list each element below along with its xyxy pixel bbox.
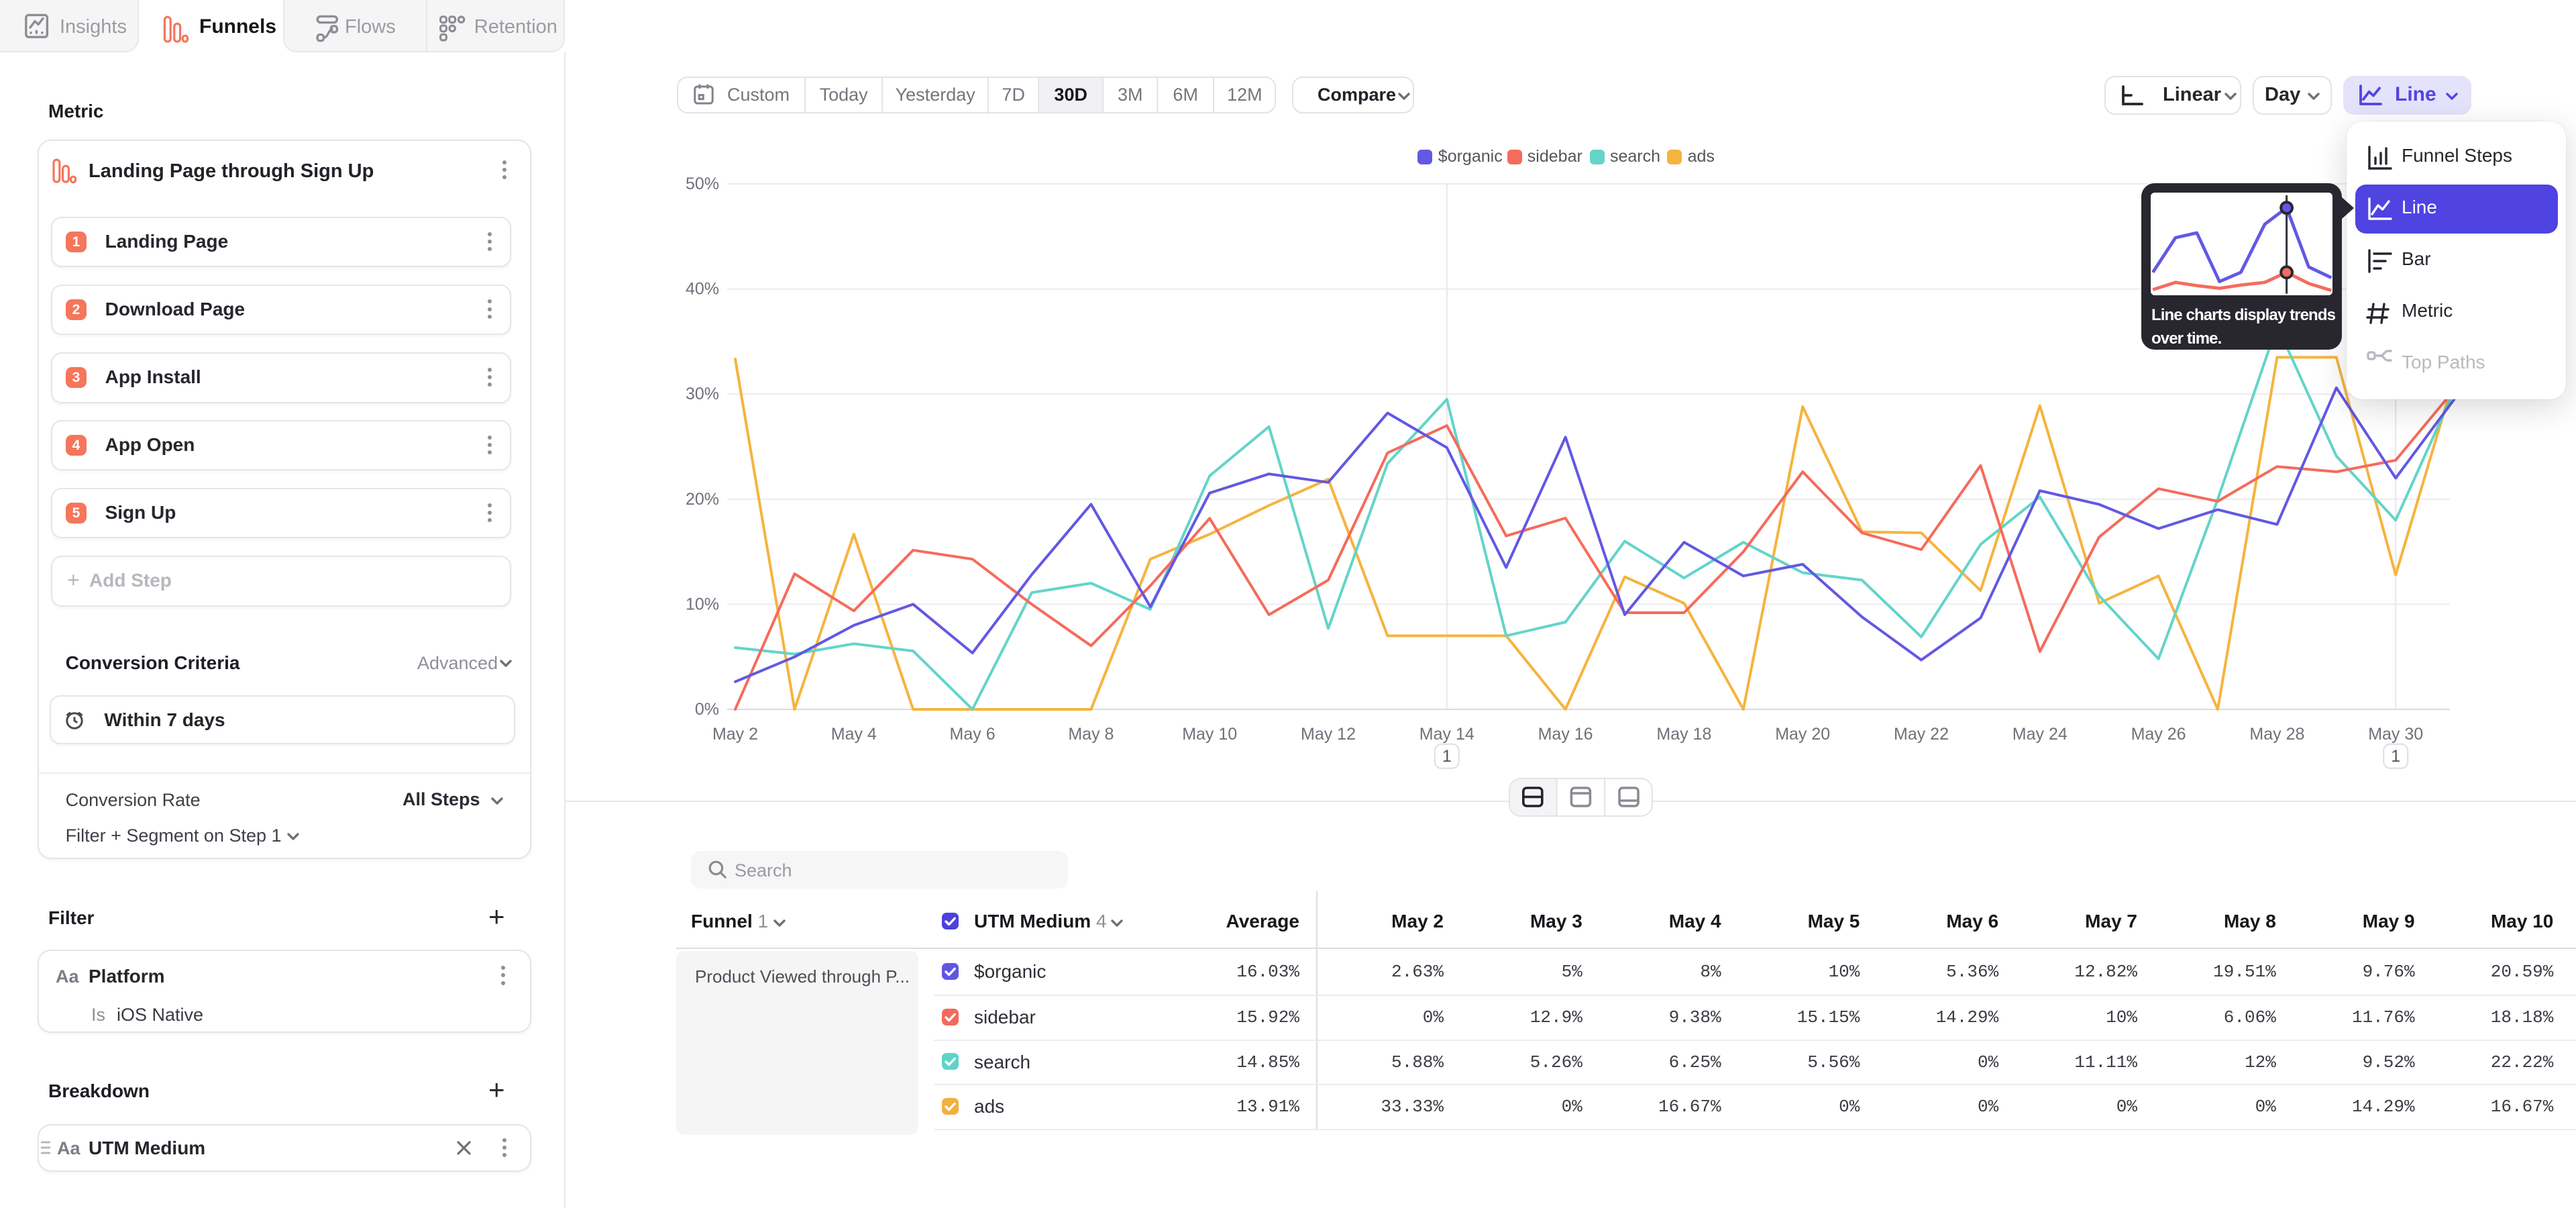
svg-text:May 2: May 2 (712, 725, 758, 744)
svg-text:10%: 10% (686, 595, 719, 613)
svg-text:May 8: May 8 (1068, 725, 1114, 744)
svg-text:May 6: May 6 (950, 725, 996, 744)
svg-text:20%: 20% (686, 490, 719, 509)
svg-text:May 14: May 14 (1419, 725, 1474, 744)
svg-text:May 12: May 12 (1301, 725, 1356, 744)
svg-text:May 30: May 30 (2368, 725, 2423, 744)
svg-text:May 28: May 28 (2249, 725, 2304, 744)
svg-text:May 20: May 20 (1775, 725, 1830, 744)
svg-text:May 26: May 26 (2131, 725, 2186, 744)
svg-text:May 22: May 22 (1894, 725, 1949, 744)
svg-text:1: 1 (1442, 747, 1452, 766)
svg-text:May 4: May 4 (831, 725, 877, 744)
svg-text:May 24: May 24 (2012, 725, 2068, 744)
svg-text:40%: 40% (686, 280, 719, 299)
svg-text:May 10: May 10 (1182, 725, 1237, 744)
svg-text:1: 1 (2391, 747, 2400, 766)
svg-text:50%: 50% (686, 174, 719, 193)
svg-text:May 16: May 16 (1538, 725, 1593, 744)
svg-text:May 18: May 18 (1656, 725, 1711, 744)
svg-text:0%: 0% (695, 700, 719, 719)
svg-text:30%: 30% (686, 385, 719, 403)
